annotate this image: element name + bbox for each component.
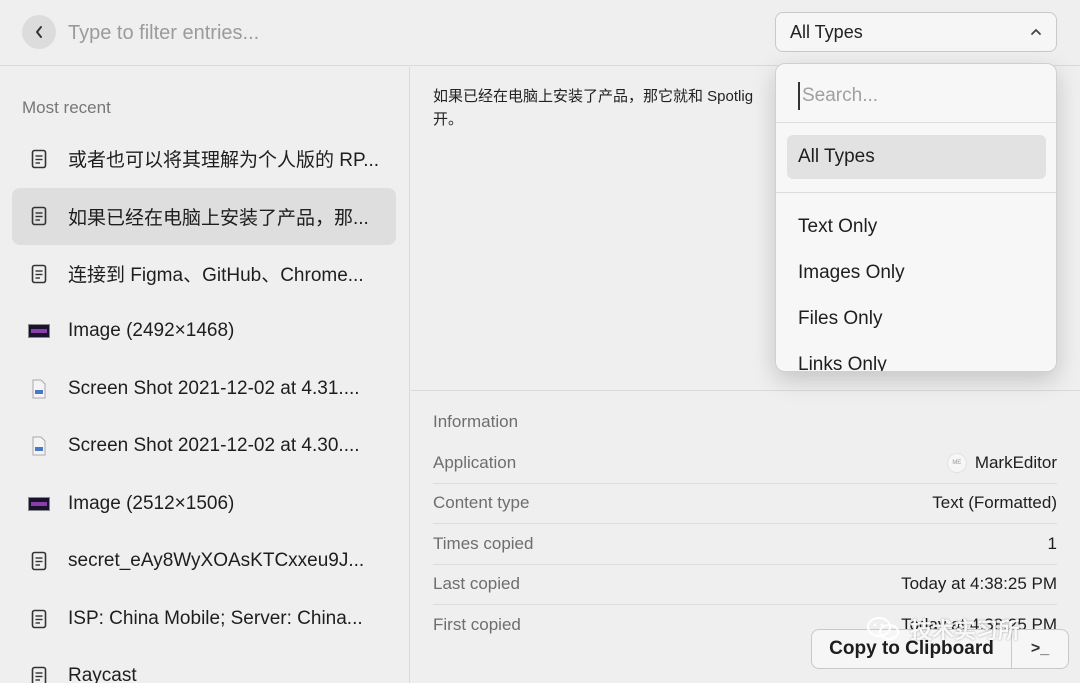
list-item-label: Screen Shot 2021-12-02 at 4.30.... — [68, 435, 360, 457]
file-icon — [28, 435, 50, 457]
info-row-last-copied: Last copied Today at 4:38:25 PM — [433, 565, 1057, 605]
info-row-content-type: Content type Text (Formatted) — [433, 484, 1057, 524]
info-key: Times copied — [433, 533, 534, 553]
info-row-application: Application ME MarkEditor — [433, 443, 1057, 484]
wechat-icon — [866, 616, 900, 642]
chevron-left-icon — [36, 26, 42, 38]
option-all-types[interactable]: All Types — [787, 135, 1046, 179]
list-item-label: Image (2512×1506) — [68, 492, 235, 514]
list-item-selected[interactable]: 如果已经在电脑上安装了产品，那... — [12, 187, 396, 245]
info-key: Content type — [433, 493, 530, 513]
document-icon — [28, 608, 50, 630]
list-item[interactable]: Image (2512×1506) — [12, 475, 396, 533]
image-thumbnail-icon — [28, 320, 50, 342]
history-list: 或者也可以将其理解为个人版的 RP... 如果已经在电脑上安装了产品，那... … — [12, 130, 396, 683]
list-item-label: Raycast — [68, 665, 137, 683]
preview-text: 如果已经在电脑上安装了产品，那它就和 Spotlig 开。 — [433, 85, 773, 131]
image-thumbnail-icon — [28, 493, 50, 515]
app-icon: ME — [946, 452, 967, 473]
history-sidebar: Most recent 或者也可以将其理解为个人版的 RP... 如果已经在电脑… — [0, 67, 410, 683]
preview-line: 如果已经在电脑上安装了产品，那它就和 Spotlig — [433, 88, 754, 105]
list-item[interactable]: Screen Shot 2021-12-02 at 4.31.... — [12, 360, 396, 418]
app-name: MarkEditor — [974, 452, 1057, 472]
type-filter-popover: All Types Text Only Images Only Files On… — [775, 63, 1057, 372]
watermark-text: 技术实习所 — [910, 618, 1021, 643]
list-item[interactable]: Raycast — [12, 648, 396, 683]
document-icon — [28, 263, 50, 285]
divider — [776, 122, 1056, 123]
info-key: First copied — [433, 615, 521, 635]
list-item-label: 连接到 Figma、GitHub、Chrome... — [68, 265, 364, 287]
chevron-up-icon — [1031, 29, 1041, 35]
dropdown-search-input[interactable] — [798, 82, 1038, 110]
info-value: Text (Formatted) — [932, 493, 1057, 513]
list-item[interactable]: Screen Shot 2021-12-02 at 4.30.... — [12, 418, 396, 476]
info-value: 1 — [1047, 533, 1057, 553]
info-row-times-copied: Times copied 1 — [433, 524, 1057, 565]
info-value: ME MarkEditor — [946, 452, 1057, 473]
list-item-label: Image (2492×1468) — [68, 320, 235, 342]
list-item-label: 或者也可以将其理解为个人版的 RP... — [68, 150, 380, 172]
type-filter-value: All Types — [790, 21, 863, 42]
list-item[interactable]: 或者也可以将其理解为个人版的 RP... — [12, 130, 396, 188]
document-icon — [28, 205, 50, 227]
clipboard-history-window: All Types Most recent 或者也可以将其理解为个人版的 RP.… — [0, 0, 1080, 683]
list-item-label: ISP: China Mobile; Server: China... — [68, 607, 363, 629]
list-item[interactable]: Image (2492×1468) — [12, 303, 396, 361]
list-item-label: 如果已经在电脑上安装了产品，那... — [68, 207, 369, 229]
option-links-only[interactable]: Links Only — [787, 343, 1046, 371]
info-title: Information — [433, 412, 519, 431]
section-title: Most recent — [22, 98, 111, 117]
option-images-only[interactable]: Images Only — [787, 251, 1046, 295]
option-files-only[interactable]: Files Only — [787, 297, 1046, 341]
filter-input[interactable] — [68, 17, 668, 49]
back-button[interactable] — [22, 15, 56, 49]
document-icon — [28, 148, 50, 170]
list-item[interactable]: 连接到 Figma、GitHub、Chrome... — [12, 245, 396, 303]
document-icon — [28, 665, 50, 683]
file-icon — [28, 378, 50, 400]
search-bar: All Types — [0, 0, 1080, 66]
list-item-label: secret_eAy8WyXOAsKTCxxeu9J... — [68, 550, 365, 572]
preview-line: 开。 — [433, 111, 464, 128]
list-item-label: Screen Shot 2021-12-02 at 4.31.... — [68, 377, 360, 399]
divider — [411, 390, 1080, 391]
list-item[interactable]: secret_eAy8WyXOAsKTCxxeu9J... — [12, 533, 396, 591]
divider — [776, 192, 1056, 193]
option-text-only[interactable]: Text Only — [787, 205, 1046, 249]
watermark: 技术实习所 — [866, 613, 1020, 645]
info-key: Last copied — [433, 574, 520, 594]
info-key: Application — [433, 452, 517, 472]
document-icon — [28, 550, 50, 572]
list-item[interactable]: ISP: China Mobile; Server: China... — [12, 590, 396, 648]
info-value: Today at 4:38:25 PM — [901, 574, 1057, 594]
type-filter-dropdown[interactable]: All Types — [775, 12, 1057, 52]
